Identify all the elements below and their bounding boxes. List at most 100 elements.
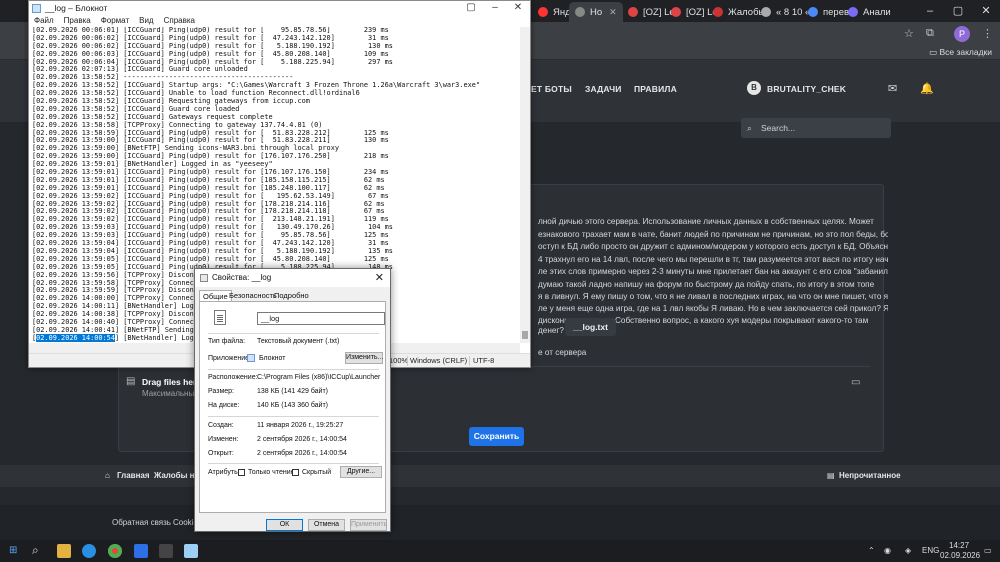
clock-date[interactable]: 02.09.2026 xyxy=(940,551,980,560)
location-label: Расположение: xyxy=(208,374,258,381)
scrollbar-thumb[interactable] xyxy=(522,331,528,339)
folder-icon[interactable]: ▭ xyxy=(851,377,860,388)
post-text-line: ле этих слов примерно через 2-3 минуты м… xyxy=(538,267,888,276)
selected-text: 02.09.2026 14:00:54 xyxy=(36,333,115,342)
star-icon[interactable]: ☆ xyxy=(904,27,914,40)
opened-label: Открыт: xyxy=(208,450,234,457)
file-type-value: Текстовый документ (.txt) xyxy=(257,338,340,345)
dialog-titlebar[interactable]: Свойства: __log ✕ xyxy=(195,269,390,287)
search-icon[interactable]: ⌕ xyxy=(32,543,39,558)
translate-icon xyxy=(808,7,818,17)
notepad-icon[interactable] xyxy=(184,544,198,558)
notifications-icon[interactable]: ▭ xyxy=(984,546,992,555)
post-text-line: ле у меня еще одна игра, где на 1 лвл як… xyxy=(538,304,888,313)
attachment-chip[interactable]: __log.txt xyxy=(565,318,616,336)
profile-avatar[interactable]: P xyxy=(954,26,970,42)
analytics-icon xyxy=(848,7,858,17)
bell-icon[interactable]: 🔔 xyxy=(920,82,934,95)
unread-icon: ▤ xyxy=(827,471,835,480)
size-label: Размер: xyxy=(208,388,235,395)
dialog-title: Свойства: __log xyxy=(212,273,272,282)
footer-feedback-link[interactable]: Обратная связь xyxy=(112,518,171,527)
upload-icon: ▤ xyxy=(126,376,136,387)
change-app-button[interactable]: Изменить... xyxy=(345,352,383,364)
save-button[interactable]: Сохранить xyxy=(469,427,524,446)
close-icon[interactable]: ✕ xyxy=(972,0,1000,22)
filename-field[interactable]: __log xyxy=(257,312,385,325)
clock-time[interactable]: 14:27 xyxy=(949,541,969,550)
mail-icon[interactable]: ✉ xyxy=(888,82,897,95)
window-controls: – ▢ ✕ xyxy=(916,0,1000,22)
app-value: Блокнот xyxy=(259,355,286,362)
edge-icon[interactable] xyxy=(82,544,96,558)
maximize-icon[interactable]: ▢ xyxy=(457,1,485,15)
yandex-icon xyxy=(538,7,548,17)
menu-help[interactable]: Справка xyxy=(164,15,195,27)
menu-file[interactable]: Файл xyxy=(34,15,54,27)
status-encoding: UTF-8 xyxy=(473,356,495,365)
close-icon[interactable]: ✕ xyxy=(375,271,384,284)
menu-format[interactable]: Формат xyxy=(101,15,129,27)
post-text-line: езнакового трахает мам в чате, банит люд… xyxy=(538,230,888,239)
notepad-icon xyxy=(247,354,255,362)
menu-view[interactable]: Вид xyxy=(139,15,153,27)
post-text-line: е от сервера xyxy=(538,348,587,357)
post-text-line: я в ливнул. Я ему пишу о том, что я не л… xyxy=(538,292,888,301)
menu-icon[interactable]: ⋮ xyxy=(982,27,993,40)
unread-link[interactable]: Непрочитанное xyxy=(839,471,901,480)
notepad-title: __log – Блокнот xyxy=(45,3,108,13)
tray-chevron-icon[interactable]: ⌃ xyxy=(868,546,875,555)
general-tab-panel: __log Тип файла: Текстовый документ (.tx… xyxy=(199,301,386,513)
site-icon xyxy=(713,7,723,17)
file-explorer-icon[interactable] xyxy=(57,544,71,558)
nav-item-tasks[interactable]: ЗАДАЧИ xyxy=(585,84,622,94)
site-icon xyxy=(671,7,681,17)
game-icon[interactable] xyxy=(159,544,173,558)
text-file-icon xyxy=(214,310,226,325)
windows-start-icon[interactable]: ⊞ xyxy=(9,545,17,556)
modified-label: Изменен: xyxy=(208,436,239,443)
menu-edit[interactable]: Правка xyxy=(64,15,91,27)
cancel-button[interactable]: Отмена xyxy=(308,519,345,531)
close-icon[interactable]: ✕ xyxy=(609,7,617,18)
site-icon xyxy=(575,7,585,17)
user-avatar[interactable]: B xyxy=(747,81,761,95)
advanced-button[interactable]: Другие... xyxy=(340,466,382,478)
network-icon[interactable]: ◈ xyxy=(905,546,911,555)
chrome-icon[interactable] xyxy=(108,544,122,558)
tray-app-icon[interactable]: ◉ xyxy=(884,546,891,555)
language-indicator[interactable]: ENG xyxy=(922,546,939,555)
ok-button[interactable]: ОК xyxy=(266,519,303,531)
search-placeholder: Search... xyxy=(761,123,796,133)
nav-item-rules[interactable]: ПРАВИЛА xyxy=(634,84,677,94)
extensions-icon[interactable]: ⧉ xyxy=(926,27,934,40)
dropzone-subtitle: Максимальны xyxy=(142,389,195,398)
windows-taskbar xyxy=(0,540,1000,562)
user-name[interactable]: BRUTALITY_CHEK xyxy=(767,84,846,94)
maximize-icon[interactable]: ▢ xyxy=(944,0,972,22)
created-label: Создан: xyxy=(208,422,234,429)
nav-item-bots[interactable]: ЕТ БОТЫ xyxy=(531,84,572,94)
apply-button[interactable]: Применить xyxy=(350,519,387,531)
post-text-line: оступ к БД либо просто он дружит с админ… xyxy=(538,242,888,251)
vertical-scrollbar[interactable] xyxy=(520,27,530,343)
hidden-label: Скрытый xyxy=(302,469,332,476)
browser-tab[interactable]: Анали xyxy=(842,2,897,22)
browser-tab-active[interactable]: Но ✕ xyxy=(569,2,623,22)
status-line-endings: Windows (CRLF) xyxy=(410,356,468,365)
disk-size-value: 140 КБ (143 360 байт) xyxy=(257,402,329,409)
close-icon[interactable]: ✕ xyxy=(504,1,532,15)
app-icon[interactable] xyxy=(134,544,148,558)
chevron-right-icon: › xyxy=(145,471,148,480)
forum-search[interactable]: ⌕ Search... xyxy=(741,118,891,138)
post-text-line: думаю такой ладно напишу на форум по быс… xyxy=(538,280,875,289)
notepad-titlebar[interactable]: __log – Блокнот – ✕ ▢ xyxy=(29,1,530,15)
file-properties-dialog[interactable]: Свойства: __log ✕ Общие Безопасность Под… xyxy=(194,268,391,532)
hidden-checkbox[interactable] xyxy=(292,469,299,476)
readonly-checkbox[interactable] xyxy=(238,469,245,476)
folder-icon: ▭ xyxy=(929,47,940,57)
notepad-icon xyxy=(32,4,41,13)
all-bookmarks-link[interactable]: ▭ Все закладки xyxy=(929,46,992,58)
minimize-icon[interactable]: – xyxy=(916,0,944,22)
home-icon[interactable]: ⌂ xyxy=(105,471,110,480)
